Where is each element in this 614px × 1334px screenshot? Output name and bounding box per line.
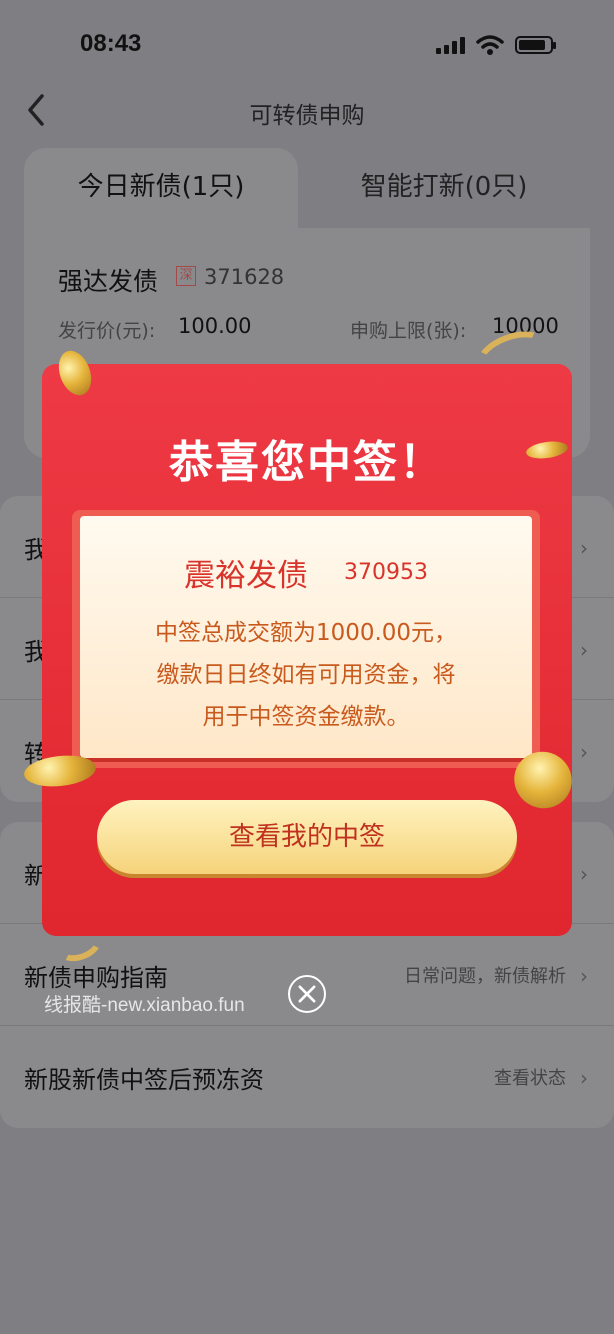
list-item-title: 新债申购指南 [24,964,168,992]
list-item-title: 新股新债中签后预冻资 [24,1066,264,1094]
list-item-subtitle: 日常问题，新债解析 [404,966,566,987]
chevron-right-icon: › [580,740,588,764]
chevron-right-icon: › [580,1066,588,1090]
market-badge: 深 [176,266,196,286]
winning-message-line: 用于中签资金缴款。 [202,704,410,730]
view-my-winnings-button[interactable]: 查看我的中签 [97,800,517,874]
cellular-signal-icon [436,36,466,54]
issue-price-label: 发行价(元): [58,320,156,342]
winning-message-line: 缴款日日终如有可用资金，将 [156,662,456,688]
tab-smart-subscribe[interactable]: 智能打新(0只) [298,148,590,228]
chevron-right-icon: › [580,964,588,988]
popup-info-panel: 震裕发债 370953 中签总成交额为1000.00元， 缴款日日终如有可用资金… [80,516,532,758]
battery-icon [515,36,556,54]
popup-title: 恭喜您中签！ [169,437,445,488]
status-time: 08:43 [80,30,142,57]
chevron-right-icon: › [580,638,588,662]
popup-info-frame: 震裕发债 370953 中签总成交额为1000.00元， 缴款日日终如有可用资金… [72,510,540,768]
page-title: 可转债申购 [249,103,365,129]
status-bar: 08:43 [0,0,614,90]
list-item-prefreeze[interactable]: 新股新债中签后预冻资 查看状态 › [0,1026,614,1128]
winning-bond-code: 370953 [344,560,428,585]
winning-popup: 恭喜您中签！ 震裕发债 370953 中签总成交额为1000.00元， 缴款日日… [42,364,572,936]
chevron-right-icon: › [580,536,588,560]
watermark-text: 线报酷-new.xianbao.fun [44,995,245,1016]
issue-price-value: 100.00 [178,314,252,338]
winning-message: 中签总成交额为1000.00元， 缴款日日终如有可用资金，将 用于中签资金缴款。 [80,612,532,738]
tab-today-bonds[interactable]: 今日新债(1只) [24,148,298,228]
bond-code: 371628 [204,265,285,289]
chevron-right-icon: › [580,862,588,886]
wifi-icon [476,35,504,55]
winning-message-line: 中签总成交额为1000.00元， [154,620,458,646]
tab-bar: 今日新债(1只) 智能打新(0只) [24,148,590,228]
subscribe-limit-label: 申购上限(张): [350,320,467,342]
winning-bond-name: 震裕发债 [184,558,308,594]
close-icon[interactable] [288,975,326,1013]
nav-bar: 可转债申购 [0,86,614,136]
bond-name: 强达发债 [58,267,159,296]
list-item-subtitle: 查看状态 [494,1068,566,1089]
